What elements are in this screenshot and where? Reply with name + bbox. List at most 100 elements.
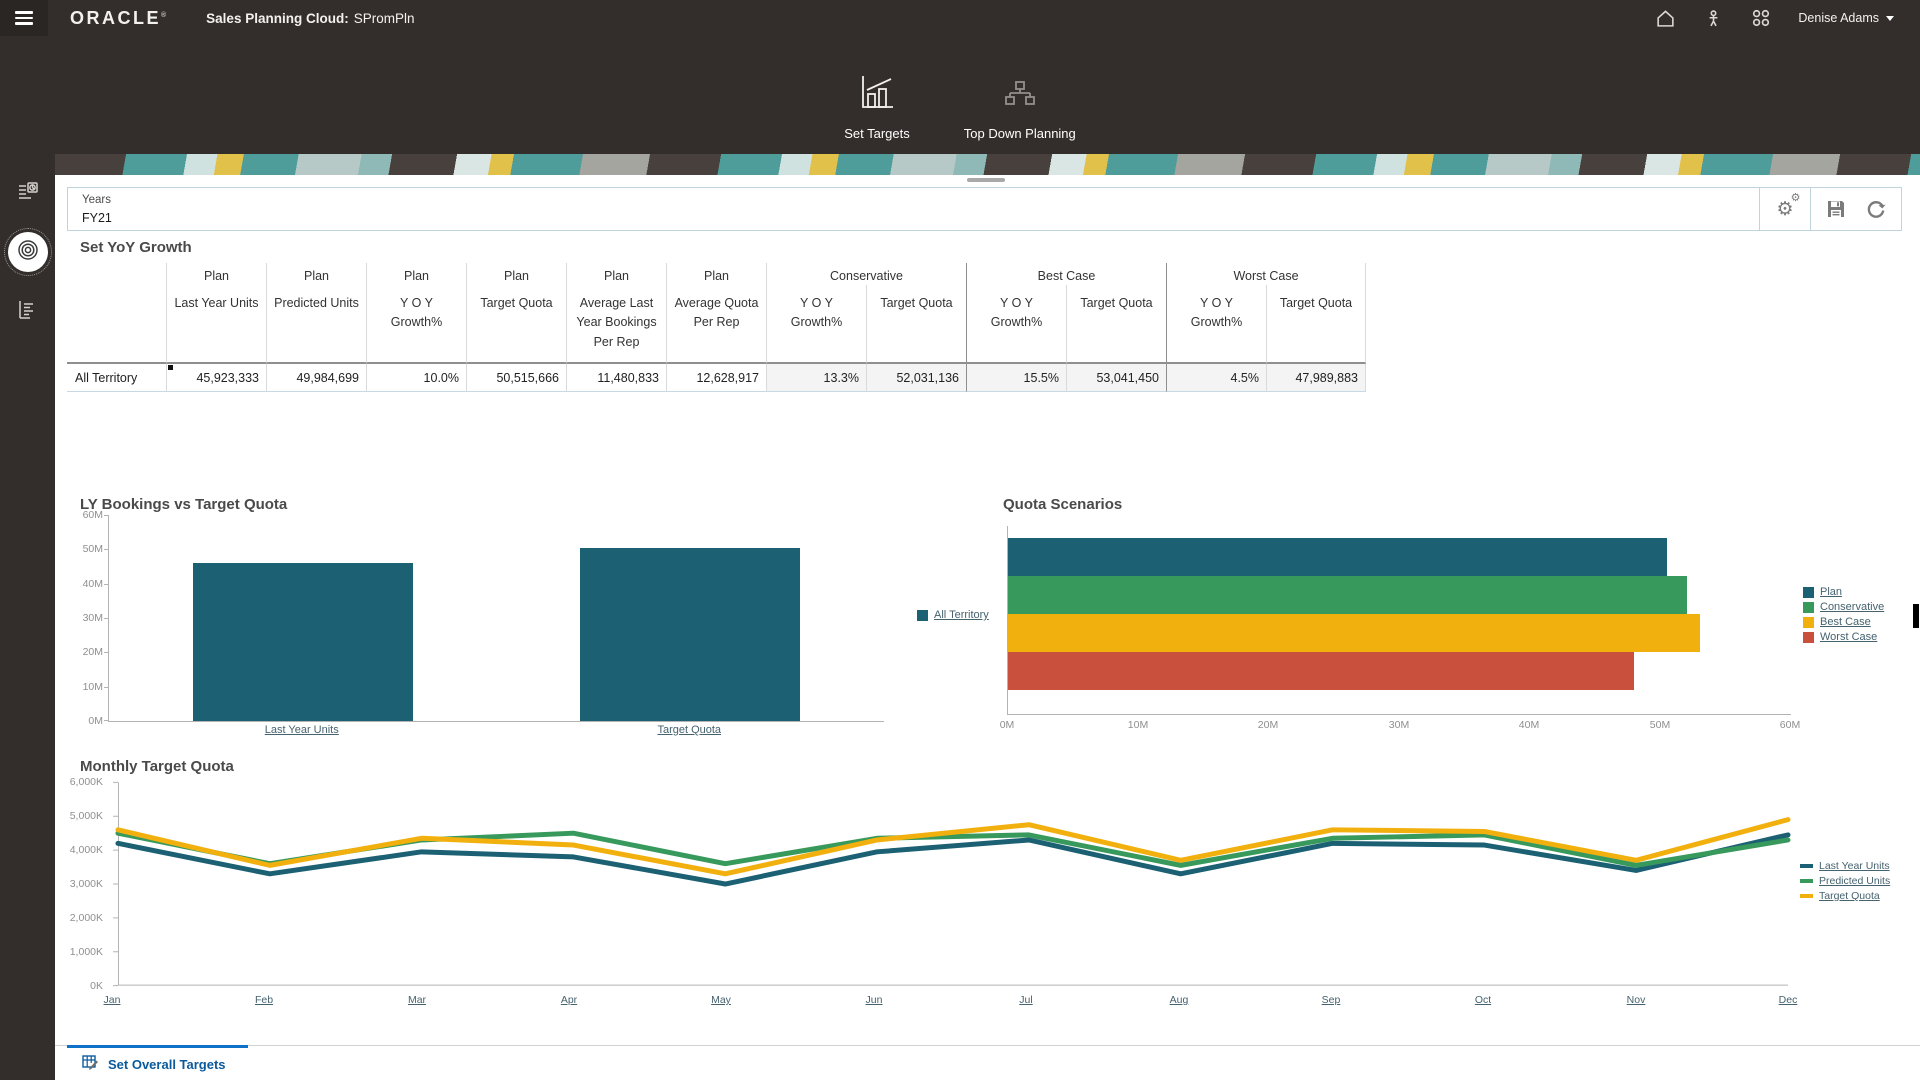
month-label-apr[interactable]: Apr <box>561 994 577 1006</box>
y-axis-label: 60M <box>83 509 103 521</box>
nav-tabs: Set Targets Top Down Planning <box>0 36 1920 154</box>
actions-gear-icon[interactable]: ⚙⚙ <box>1773 197 1797 221</box>
cell-plan-y-o-y-growth-[interactable]: 10.0% <box>366 364 466 392</box>
caret-down-icon <box>1886 16 1894 21</box>
tab-set-targets[interactable]: Set Targets <box>844 23 910 154</box>
x-axis-label: 0M <box>1000 719 1015 731</box>
sidebar-item-bullseye[interactable] <box>8 232 48 272</box>
nav-tab-label: Set Targets <box>844 126 910 141</box>
nav-tab-label: Top Down Planning <box>964 126 1076 141</box>
month-label-feb[interactable]: Feb <box>255 994 273 1006</box>
month-label-may[interactable]: May <box>711 994 731 1006</box>
legend-label[interactable]: All Territory <box>934 609 989 621</box>
month-label-oct[interactable]: Oct <box>1475 994 1491 1006</box>
bullseye-icon <box>15 237 41 268</box>
hamburger-menu-icon[interactable] <box>0 0 48 36</box>
column-group-plan: Plan <box>666 263 766 285</box>
cell-best-case-y-o-y-growth-[interactable]: 15.5% <box>966 364 1066 392</box>
row-header-all-territory[interactable]: All Territory <box>67 364 166 392</box>
quota-chart-title: Quota Scenarios <box>1003 496 1122 513</box>
top-bar: ORACLE® Sales Planning Cloud:SPromPln De… <box>0 0 1920 36</box>
legend-label[interactable]: Predicted Units <box>1819 875 1890 887</box>
category-label-target-quota[interactable]: Target Quota <box>657 724 721 736</box>
legend-swatch <box>1803 617 1814 628</box>
cell-plan-predicted-units[interactable]: 49,984,699 <box>266 364 366 392</box>
column-header-target-quota: Target Quota <box>466 285 566 364</box>
column-group-best-case: Best Case <box>966 263 1166 285</box>
sidebar-item-report-chart[interactable] <box>6 172 50 216</box>
legend-swatch <box>1800 879 1813 883</box>
cell-worst-case-target-quota[interactable]: 47,989,883 <box>1266 364 1366 392</box>
legend-item: Target Quota <box>1800 890 1890 902</box>
panel-drag-handle[interactable] <box>967 178 1005 182</box>
bar-worst-case[interactable] <box>1008 652 1634 690</box>
bar-last-year-units[interactable] <box>193 563 413 721</box>
category-label-last-year-units[interactable]: Last Year Units <box>265 724 339 736</box>
ly-chart-title: LY Bookings vs Target Quota <box>80 496 287 513</box>
bar-best-case[interactable] <box>1008 614 1700 652</box>
vertical-scrollbar-thumb[interactable] <box>1913 604 1919 628</box>
sidebar-item-content-outline[interactable] <box>6 290 50 334</box>
accessibility-person-icon[interactable] <box>1702 7 1724 29</box>
home-icon[interactable] <box>1654 7 1676 29</box>
cell-conservative-target-quota[interactable]: 52,031,136 <box>866 364 966 392</box>
legend-label[interactable]: Plan <box>1820 586 1842 598</box>
cell-conservative-y-o-y-growth-[interactable]: 13.3% <box>766 364 866 392</box>
month-label-jun[interactable]: Jun <box>866 994 883 1006</box>
save-icon[interactable] <box>1824 197 1848 221</box>
cell-plan-average-last-year-bookings-per-rep[interactable]: 11,480,833 <box>566 364 666 392</box>
org-hierarchy-icon <box>1002 60 1038 112</box>
legend-swatch <box>1803 587 1814 598</box>
cell-plan-target-quota[interactable]: 50,515,666 <box>466 364 566 392</box>
apps-grid-icon[interactable] <box>1750 7 1772 29</box>
column-header-worst-case-y-o-y-growth-: Y O Y Growth% <box>1166 285 1266 364</box>
pov-member-years[interactable]: Years FY21 <box>68 188 112 230</box>
quota-chart-plot <box>1007 526 1791 715</box>
tab-set-overall-targets[interactable]: Set Overall Targets <box>67 1045 248 1080</box>
refresh-icon[interactable] <box>1864 197 1888 221</box>
main-content: Years FY21 ⚙⚙ Set YoY <box>55 154 1920 1045</box>
y-axis-label: 0M <box>88 715 103 727</box>
y-axis-label: 6,000K <box>70 776 103 788</box>
monthly-chart-title: Monthly Target Quota <box>80 758 234 775</box>
legend-label[interactable]: Conservative <box>1820 601 1884 613</box>
bar-target-quota[interactable] <box>580 548 800 721</box>
pov-bar: Years FY21 ⚙⚙ <box>67 187 1902 231</box>
legend-item: Last Year Units <box>1800 860 1890 872</box>
bar-conservative[interactable] <box>1008 576 1687 614</box>
ly-chart-legend: All Territory <box>917 609 989 624</box>
month-label-nov[interactable]: Nov <box>1627 994 1646 1006</box>
bar-plan[interactable] <box>1008 538 1667 576</box>
month-label-jan[interactable]: Jan <box>104 994 121 1006</box>
cell-plan-last-year-units[interactable]: 45,923,333 <box>166 364 266 392</box>
quota-chart-x-axis: 0M10M20M30M40M50M60M <box>1007 719 1790 735</box>
legend-label[interactable]: Last Year Units <box>1819 860 1890 872</box>
legend-swatch <box>1803 632 1814 643</box>
cell-worst-case-y-o-y-growth-[interactable]: 4.5% <box>1166 364 1266 392</box>
tab-top-down-planning[interactable]: Top Down Planning <box>964 23 1076 154</box>
y-axis-label: 10M <box>83 681 103 693</box>
legend-label[interactable]: Worst Case <box>1820 631 1877 643</box>
user-menu[interactable]: Denise Adams <box>1798 11 1894 25</box>
legend-label[interactable]: Best Case <box>1820 616 1871 628</box>
column-header-conservative-y-o-y-growth-: Y O Y Growth% <box>766 285 866 364</box>
column-header-conservative-target-quota: Target Quota <box>866 285 966 364</box>
month-label-mar[interactable]: Mar <box>408 994 426 1006</box>
grid-table-host: PlanPlanPlanPlanPlanPlanConservativeBest… <box>67 263 1366 392</box>
month-label-jul[interactable]: Jul <box>1019 994 1032 1006</box>
yoy-grid: PlanPlanPlanPlanPlanPlanConservativeBest… <box>67 263 1366 392</box>
column-header-worst-case-target-quota: Target Quota <box>1266 285 1366 364</box>
y-axis-label: 0K <box>90 980 103 992</box>
cell-best-case-target-quota[interactable]: 53,041,450 <box>1066 364 1166 392</box>
month-label-aug[interactable]: Aug <box>1170 994 1189 1006</box>
month-label-sep[interactable]: Sep <box>1322 994 1341 1006</box>
oracle-logo: ORACLE® <box>70 8 166 29</box>
column-group-conservative: Conservative <box>766 263 966 285</box>
cell-plan-average-quota-per-rep[interactable]: 12,628,917 <box>666 364 766 392</box>
legend-label[interactable]: Target Quota <box>1819 890 1880 902</box>
month-label-dec[interactable]: Dec <box>1779 994 1798 1006</box>
app-title: Sales Planning Cloud:SPromPln <box>206 11 414 26</box>
ly-chart-x-labels: Last Year Units Target Quota <box>108 724 883 740</box>
grid-title: Set YoY Growth <box>80 239 192 256</box>
cell-selection-marker <box>168 365 173 370</box>
